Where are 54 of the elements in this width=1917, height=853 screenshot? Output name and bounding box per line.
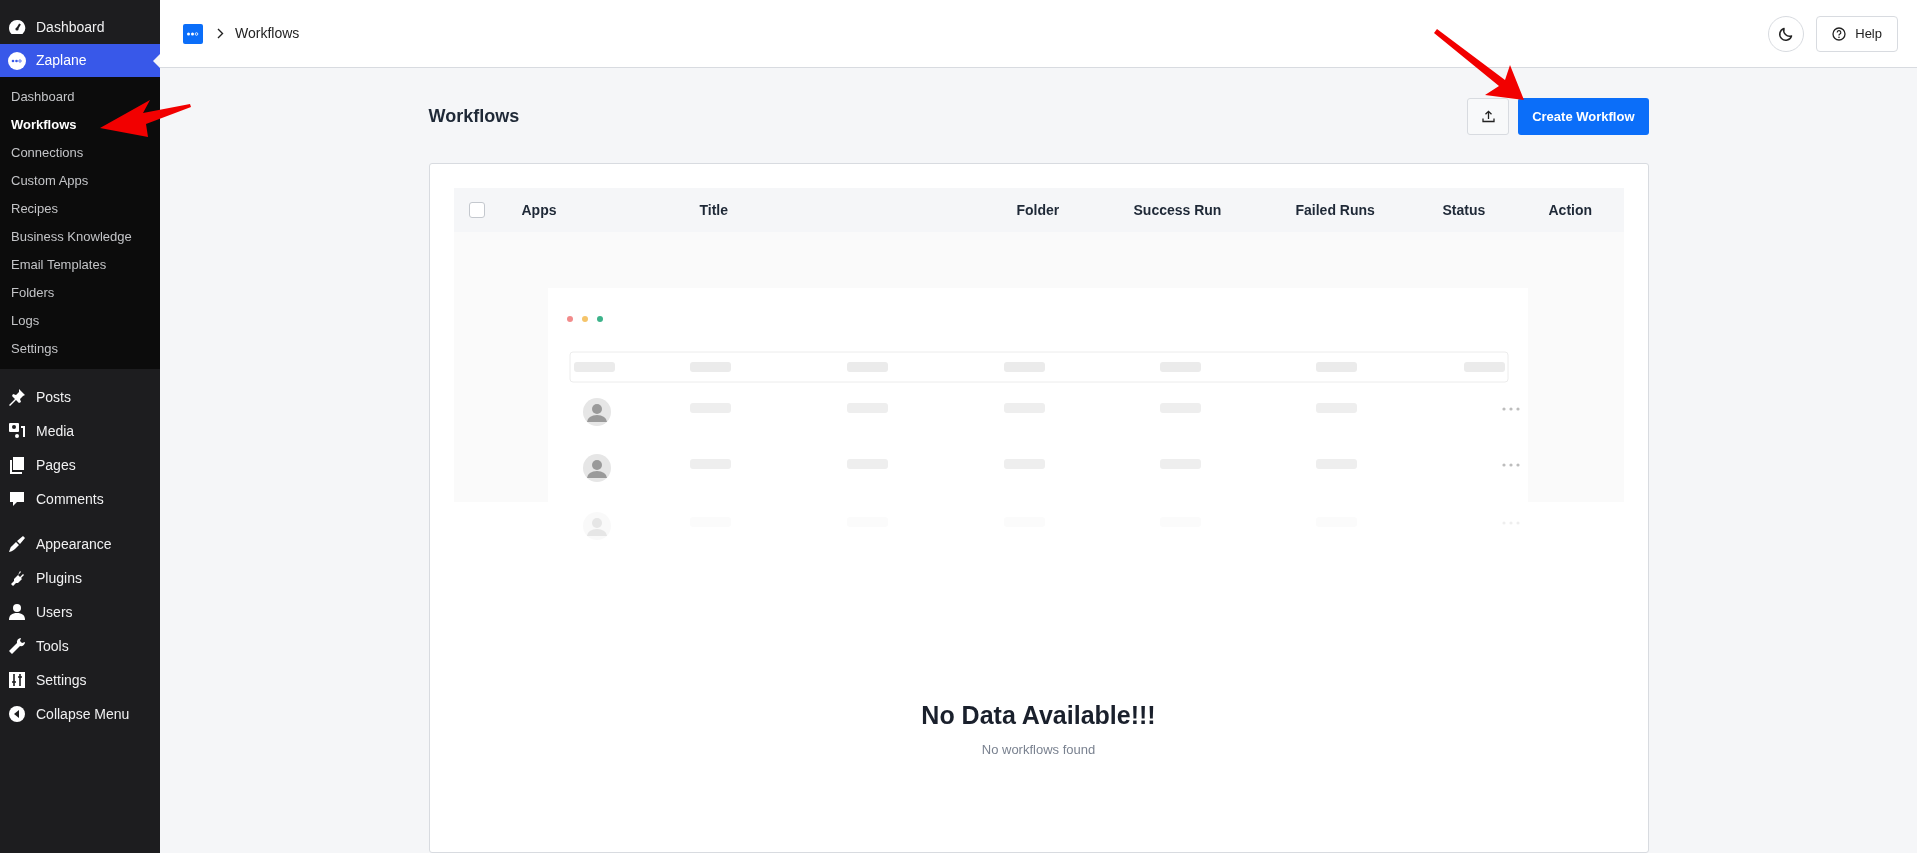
- column-header: Status: [1442, 200, 1486, 220]
- sidebar-item[interactable]: Settings: [0, 663, 160, 697]
- collapse-menu-button[interactable]: Collapse Menu: [0, 697, 160, 731]
- user-icon: [8, 603, 26, 621]
- sidebar-item[interactable]: Media: [0, 414, 160, 448]
- submenu-item[interactable]: Settings: [0, 335, 160, 363]
- sidebar-item[interactable]: Comments: [0, 482, 160, 516]
- sidebar-item[interactable]: Posts: [0, 380, 160, 414]
- moon-icon: [1778, 25, 1795, 42]
- submenu-item[interactable]: Workflows: [0, 111, 160, 139]
- media-icon: [8, 422, 26, 440]
- wrench-icon: [8, 637, 26, 655]
- chevron-right-icon: [217, 28, 224, 39]
- settings-icon: [8, 671, 26, 689]
- sidebar-item[interactable]: Tools: [0, 629, 160, 663]
- export-button[interactable]: [1467, 98, 1510, 135]
- pages-icon: [8, 456, 26, 474]
- collapse-icon: [8, 705, 26, 723]
- submenu-item[interactable]: Custom Apps: [0, 167, 160, 195]
- submenu-item[interactable]: Connections: [0, 139, 160, 167]
- create-workflow-button[interactable]: Create Workflow: [1518, 98, 1649, 135]
- select-all-checkbox[interactable]: [468, 202, 485, 218]
- dark-mode-toggle[interactable]: [1768, 15, 1805, 52]
- app-logo-icon[interactable]: [183, 23, 203, 44]
- column-header: Success Run: [1133, 200, 1222, 220]
- page-title: Workflows: [428, 105, 520, 128]
- speech-bubble-icon: [8, 490, 26, 508]
- submenu-item[interactable]: Business Knowledge: [0, 223, 160, 251]
- submenu-item[interactable]: Dashboard: [0, 83, 160, 111]
- sidebar-item[interactable]: Dashboard: [0, 10, 160, 44]
- sidebar-item[interactable]: Pages: [0, 448, 160, 482]
- submenu-item[interactable]: Folders: [0, 279, 160, 307]
- empty-state-subtitle: No workflows found: [981, 740, 1096, 759]
- sidebar-item[interactable]: Zaplane: [0, 44, 160, 77]
- help-icon: [1832, 26, 1847, 41]
- submenu-item[interactable]: Recipes: [0, 195, 160, 223]
- submenu-item[interactable]: Email Templates: [0, 251, 160, 279]
- submenu-item[interactable]: Logs: [0, 307, 160, 335]
- sidebar-item[interactable]: Appearance: [0, 527, 160, 561]
- column-header: Folder: [1016, 200, 1060, 220]
- column-header: Apps: [521, 200, 557, 220]
- sidebar-item[interactable]: Plugins: [0, 561, 160, 595]
- dots-logo-icon: [8, 51, 26, 70]
- pin-icon: [8, 388, 26, 406]
- brush-icon: [8, 535, 26, 553]
- empty-state-title: No Data Available!!!: [921, 700, 1156, 731]
- column-header: Title: [699, 200, 729, 220]
- upload-icon: [1481, 110, 1495, 123]
- help-button[interactable]: Help: [1816, 15, 1898, 52]
- column-header: Failed Runs: [1295, 200, 1375, 220]
- column-header: Action: [1548, 200, 1593, 220]
- breadcrumb-item[interactable]: Workflows: [235, 23, 300, 44]
- gauge-icon: [8, 19, 26, 35]
- sidebar-item[interactable]: Users: [0, 595, 160, 629]
